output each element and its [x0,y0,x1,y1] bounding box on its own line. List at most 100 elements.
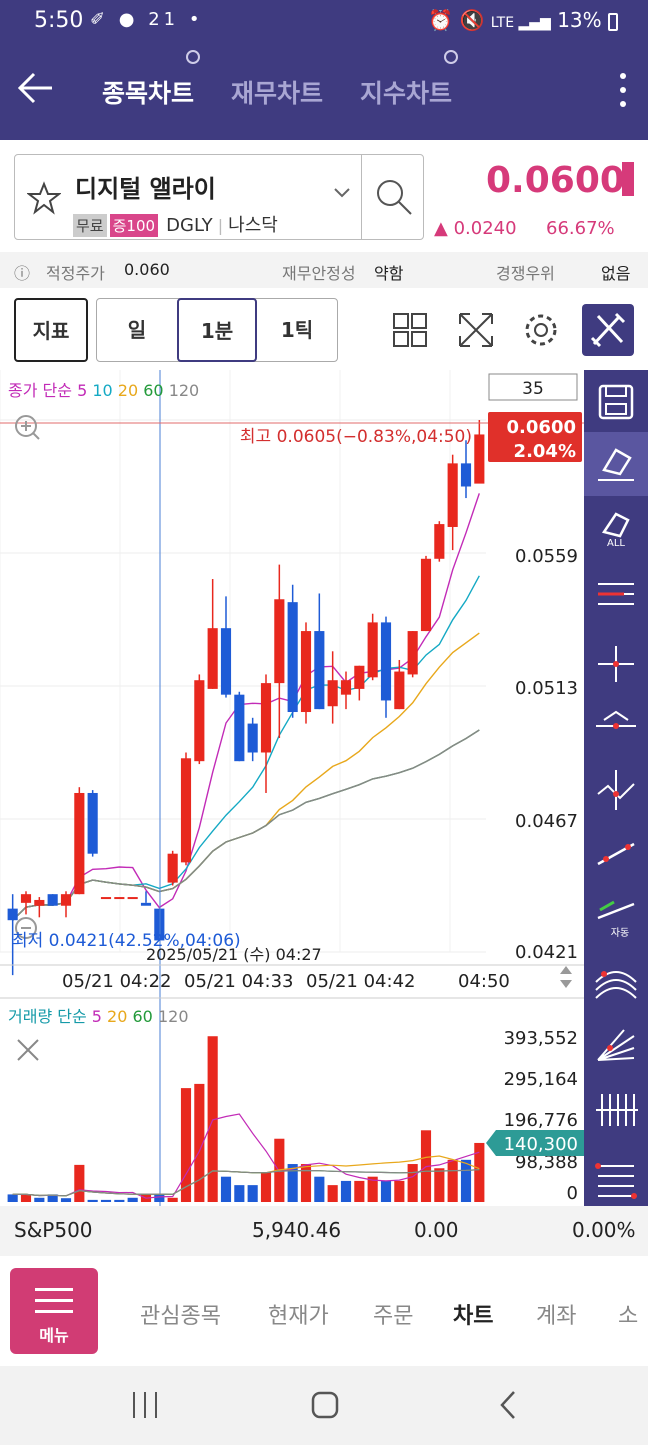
tools-button[interactable] [582,304,634,356]
time-axis-label: 05/21 04:42 [306,971,415,992]
volume-bar [247,1185,258,1202]
crosshair-time-label: 2025/05/21 (수) 04:27 [146,945,322,964]
fullscreen-icon[interactable] [456,310,496,350]
nav-watchlist[interactable]: 관심종목 [140,1298,221,1330]
candle [394,671,405,710]
back-icon[interactable] [494,1390,524,1420]
app-root: 5:50 ✐ ● 21 • ⏰ 🔇 LTE ▂▄▆ 13% 종목차트 재무차트 … [0,0,648,1445]
search-button[interactable] [361,155,423,239]
drawing-toolbar: ALL 자동 [584,370,648,1206]
price-axis-label: 0.0421 [515,942,578,963]
tab-financial-chart[interactable]: 재무차트 [231,74,323,110]
home-icon[interactable] [310,1390,340,1420]
period-selector: 일 1분 1틱 [96,298,338,362]
battery-icon [608,12,618,31]
nav-order[interactable]: 주문 [373,1298,413,1330]
candle [407,631,418,675]
tab-stock-chart[interactable]: 종목차트 [102,74,194,110]
cross-line-icon[interactable] [598,646,634,682]
candle [460,463,472,487]
change-value: ▲ 0.0240 [434,218,517,239]
tab-index-chart[interactable]: 지수차트 [360,74,452,110]
valuation-row: ⓘ 적정주가 0.060 재무안정성 약함 경쟁우위 없음 [0,252,648,288]
candle [207,628,218,689]
market: 나스닥 [228,215,278,236]
recent-apps-icon[interactable] [130,1390,160,1420]
candle [20,894,32,903]
candle [474,434,485,484]
indicator-button[interactable]: 지표 [14,298,88,362]
period-1tick[interactable]: 1틱 [257,299,337,361]
volume-bar [354,1180,365,1202]
auto-trend-icon[interactable]: 자동 [597,900,635,939]
index-percent: 0.00% [572,1218,636,1242]
nav-chart[interactable]: 차트 [453,1298,493,1330]
arc-icon[interactable] [595,971,637,999]
volume-current-value: 140,300 [504,1134,578,1155]
help-icon[interactable]: ⓘ [14,260,30,284]
volume-bar [447,1159,458,1202]
trend-line-icon[interactable] [597,842,635,866]
volume-bar [100,1199,112,1202]
menu-button[interactable]: 메뉴 [10,1268,98,1354]
battery-indicator: ⏰ 🔇 LTE ▂▄▆ 13% [428,8,618,32]
status-notification-icons: ✐ ● 21 • [90,9,204,30]
period-1min[interactable]: 1분 [177,298,257,362]
star-icon[interactable] [27,181,61,215]
free-tag: 무료 [73,214,107,237]
volume-axis-label: 196,776 [504,1110,578,1131]
candle [434,524,445,559]
candle [74,792,85,895]
volume-bar [474,1142,485,1202]
mute-icon: 🔇 [459,8,485,32]
fan-icon[interactable] [597,1029,635,1061]
volume-bar [260,1172,272,1202]
volume-legend-item: 20 [107,1007,132,1026]
nav-account[interactable]: 계좌 [536,1298,576,1330]
count-value: 35 [522,379,544,399]
back-arrow-icon[interactable] [14,66,58,110]
current-price-tag-value: 0.0600 [507,417,576,438]
vertical-line-icon[interactable] [597,770,635,810]
layout-grid-icon[interactable] [392,312,428,348]
more-options-icon[interactable] [618,70,628,110]
price-chart[interactable]: 종가 단순 5 10 20 60 120 35 최고 0.0605(−0.83%,… [0,370,584,1206]
tab-badge-icon [186,50,200,64]
hamburger-icon [35,1288,73,1321]
wrench-tools-icon [590,312,626,348]
volume-legend: 거래량 단순 5 20 60 120 [8,1007,189,1026]
hcl-lines-icon[interactable] [598,583,634,605]
ma-legend-item: 5 [77,381,92,400]
horizontal-line-icon[interactable] [596,710,636,729]
candle [180,758,192,863]
candle [34,899,45,906]
fibonacci-time-icon[interactable] [596,1094,638,1126]
volume-legend-item: 60 [133,1007,158,1026]
volume-bar [300,1164,312,1202]
volume-axis-label: 393,552 [504,1028,578,1049]
erase-all-icon[interactable]: ALL [601,512,630,549]
volume-bar [20,1194,32,1202]
volume-bar [127,1197,138,1202]
index-ticker-row[interactable]: S&P500 5,940.46 0.00 0.00% [0,1206,648,1256]
close-icon [17,1039,39,1061]
top-bar: 5:50 ✐ ● 21 • ⏰ 🔇 LTE ▂▄▆ 13% 종목차트 재무차트 … [0,0,648,140]
settings-gear-icon[interactable] [522,311,560,349]
candle [220,628,232,695]
volume-bar [220,1176,232,1202]
stock-name: 디지털 앨라이 [75,175,216,203]
save-icon[interactable] [598,384,634,420]
volume-bar [460,1159,472,1202]
nav-more[interactable]: 소 [618,1298,638,1330]
chevron-down-icon[interactable] [333,187,351,199]
volume-bar [407,1164,418,1202]
price-axis-label: 0.0467 [515,811,578,832]
nav-quote[interactable]: 현재가 [268,1298,329,1330]
price-axis-label: 0.0513 [515,678,578,699]
period-day[interactable]: 일 [97,299,177,361]
ma-legend-item: 10 [92,381,117,400]
fibonacci-retrace-icon[interactable] [595,1163,637,1199]
stock-selector[interactable]: 디지털 앨라이 무료 증100 DGLY | 나스닥 [14,154,424,240]
ticker: DGLY [166,215,213,236]
volume-axis-label: 295,164 [504,1069,578,1090]
